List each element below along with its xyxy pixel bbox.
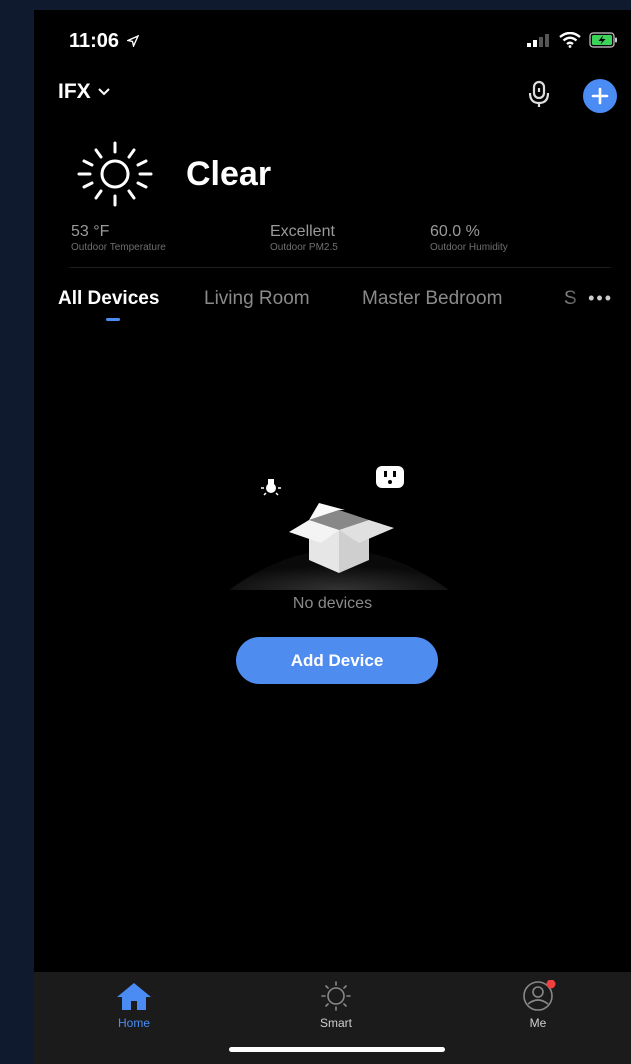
add-device-button[interactable]: Add Device [236,637,438,684]
status-time: 11:06 [69,30,140,53]
plus-icon [591,87,609,105]
weather-summary: Clear [74,140,271,208]
weather-condition: Clear [186,154,272,193]
active-tab-indicator [106,318,120,321]
stat-humidity: 60.0 % Outdoor Humidity [430,223,508,253]
chevron-down-icon [97,88,110,96]
voice-button[interactable] [527,80,551,113]
home-selector[interactable]: IFX [58,80,111,104]
tab-living-room[interactable]: Living Room [204,288,310,310]
outlet-icon [376,466,404,488]
tab-smart[interactable]: Smart [296,980,376,1030]
add-button[interactable] [583,79,617,113]
tab-home[interactable]: Home [94,980,174,1030]
empty-box-illustration [229,466,449,590]
profile-icon [523,980,556,1011]
divider [69,267,611,268]
more-rooms-button[interactable]: ••• [588,288,613,309]
ellipsis-icon: ••• [588,288,613,308]
stat-temperature: 53 °F Outdoor Temperature [71,223,166,253]
smart-sun-icon [321,981,351,1011]
wifi-icon [559,32,581,48]
app-screen: 11:06 IFX Clear 53 °F Outdoor Temperatur… [34,10,631,1064]
notification-dot [546,980,556,989]
sun-icon [77,141,153,207]
cellular-signal-icon [527,34,549,47]
stat-pm25: Excellent Outdoor PM2.5 [270,223,338,253]
battery-charging-icon [589,32,617,48]
top-header: IFX [34,79,631,113]
location-arrow-icon [125,34,140,49]
status-icons [527,32,619,48]
microphone-icon [528,80,550,107]
bottom-tab-bar: Home Smart Me [34,972,631,1064]
room-tabs: All Devices Living Room Master Bedroom S [58,288,631,328]
no-devices-message: No devices [292,595,373,612]
home-name: IFX [58,80,91,103]
home-indicator[interactable] [229,1047,445,1052]
tab-all-devices[interactable]: All Devices [58,288,159,310]
home-icon [117,983,151,1010]
status-bar: 11:06 [34,30,631,54]
bulb-icon [261,479,281,496]
tab-me[interactable]: Me [498,980,578,1030]
tab-master-bedroom[interactable]: Master Bedroom [362,288,502,310]
